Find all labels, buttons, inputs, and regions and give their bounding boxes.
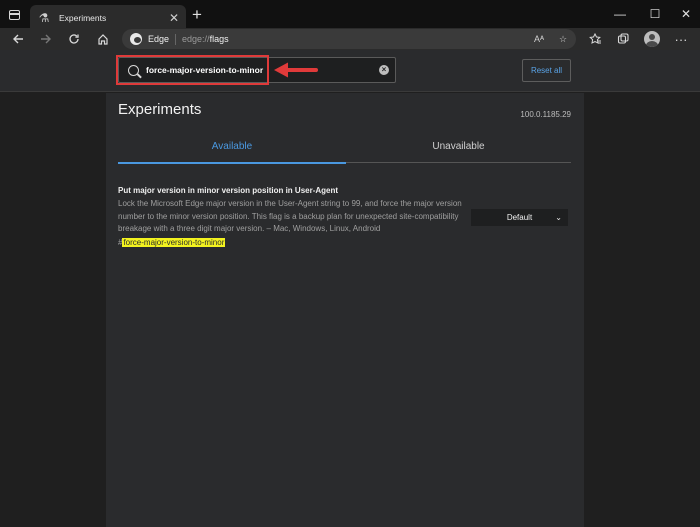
browser-toolbar: Edge edge://flags Aᴬ ☆ ··· — [0, 28, 700, 50]
tab-available[interactable]: Available — [118, 133, 346, 164]
version-label: 100.0.1185.29 — [520, 110, 571, 119]
experiment-permalink[interactable]: #force-major-version-to-minor — [118, 238, 226, 247]
reset-all-button[interactable]: Reset all — [522, 59, 571, 82]
experiment-title: Put major version in minor version posit… — [118, 186, 339, 195]
experiments-panel: Experiments 100.0.1185.29 Available Unav… — [106, 93, 584, 527]
tab-unavailable[interactable]: Unavailable — [346, 133, 571, 163]
maximize-icon[interactable]: ☐ — [639, 4, 671, 24]
tab-actions-icon[interactable] — [5, 7, 23, 23]
select-value: Default — [506, 213, 533, 222]
tab-experiments[interactable]: ⚗ Experiments ✕ — [30, 5, 186, 30]
search-icon — [128, 64, 139, 76]
address-url[interactable]: edge://flags — [182, 34, 229, 44]
edge-logo-icon — [130, 33, 142, 45]
close-window-icon[interactable]: ✕ — [670, 4, 700, 24]
flask-icon: ⚗ — [38, 10, 50, 25]
favorites-icon[interactable] — [584, 28, 606, 50]
more-icon[interactable]: ··· — [670, 28, 692, 50]
read-aloud-icon[interactable]: Aᴬ — [532, 33, 546, 46]
tab-title: Experiments — [59, 12, 107, 23]
annotation-arrow-icon — [274, 62, 318, 78]
clear-search-icon[interactable]: × — [379, 65, 389, 75]
address-separator — [175, 33, 177, 45]
experiment-description: Lock the Microsoft Edge major version in… — [118, 199, 462, 234]
address-bar[interactable]: Edge edge://flags Aᴬ ☆ — [122, 29, 576, 49]
profile-icon[interactable] — [644, 31, 660, 47]
refresh-icon[interactable] — [63, 28, 85, 50]
minimize-icon[interactable]: — — [604, 4, 636, 24]
tab-close-icon[interactable]: ✕ — [166, 10, 182, 26]
url-path: flags — [209, 34, 229, 44]
experiment-state-select[interactable]: Default ⌄ — [471, 209, 568, 226]
chevron-down-icon: ⌄ — [555, 213, 562, 222]
collections-icon[interactable] — [612, 28, 634, 50]
url-prefix: edge:// — [182, 34, 210, 44]
add-favorite-icon[interactable]: ☆ — [556, 33, 570, 46]
search-input[interactable] — [146, 61, 371, 79]
permalink-name: force-major-version-to-minor — [122, 238, 226, 247]
flags-header: × Reset all — [0, 50, 700, 92]
new-tab-icon[interactable]: + — [189, 6, 205, 24]
title-bar: ⚗ Experiments ✕ + — ☐ ✕ — [0, 0, 700, 30]
forward-icon[interactable] — [35, 28, 57, 50]
address-site-label: Edge — [148, 34, 170, 44]
back-icon[interactable] — [7, 28, 29, 50]
page-title: Experiments — [118, 101, 202, 118]
tab-bar: Available Unavailable — [118, 133, 571, 164]
home-icon[interactable] — [92, 28, 114, 50]
search-box[interactable]: × — [118, 57, 396, 83]
